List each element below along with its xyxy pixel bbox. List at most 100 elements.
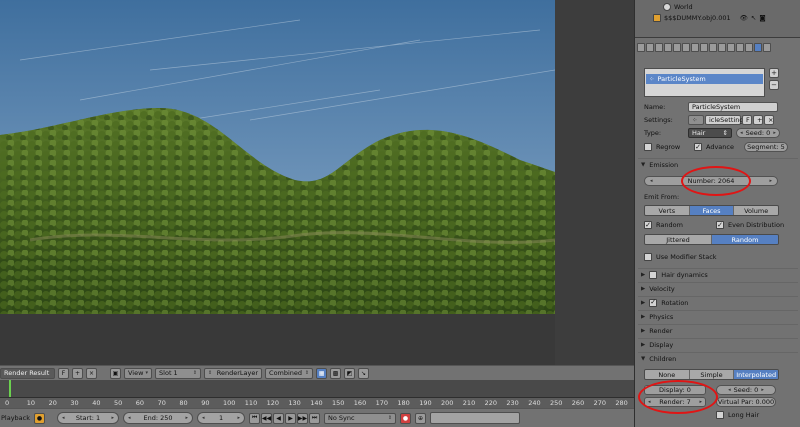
children-render-field[interactable]: ◂ Render: 7 ▸ — [644, 397, 706, 407]
display-z-icon[interactable]: ◩ — [344, 367, 356, 379]
settings-browse-icon[interactable]: ⁘ — [688, 115, 704, 125]
display-panel-header[interactable]: ▶ Display — [638, 338, 798, 350]
sample-tool-icon[interactable]: ↘ — [358, 367, 370, 379]
display-rgb-icon[interactable]: ▦ — [316, 367, 328, 379]
settings-field[interactable]: icleSettings — [705, 115, 747, 125]
outliner-item-world[interactable]: World — [663, 3, 693, 11]
current-frame-field[interactable]: ◂ 1 ▸ — [197, 412, 246, 424]
distribution-random[interactable]: Random — [712, 235, 778, 244]
sync-dropdown[interactable]: No Sync ⇕ — [324, 412, 397, 424]
distribution-jittered[interactable]: Jittered — [645, 235, 712, 244]
seed-field[interactable]: ◂ Seed: 0 ▸ — [736, 128, 780, 138]
display-alpha-icon[interactable]: ▩ — [330, 367, 342, 379]
particle-system-list[interactable]: ⁘ ParticleSystem — [644, 68, 765, 97]
emit-from-verts[interactable]: Verts — [645, 206, 690, 215]
type-dropdown[interactable]: Hair ⇕ — [688, 128, 732, 138]
tab-physics-alt[interactable] — [727, 42, 735, 52]
particle-system-list-item[interactable]: ⁘ ParticleSystem — [646, 74, 763, 84]
jump-start-icon[interactable]: ⏮ — [249, 412, 261, 424]
unlink-image-icon[interactable]: × — [86, 367, 97, 379]
timeline-tick-label: 230 — [506, 399, 519, 407]
velocity-panel-header[interactable]: ▶ Velocity — [638, 282, 798, 294]
slot-dropdown[interactable]: Slot 1 ⇕ — [155, 367, 202, 379]
tab-physics[interactable] — [763, 42, 771, 52]
view-menu[interactable]: View ▾ — [124, 367, 153, 379]
jump-next-key-icon[interactable]: ▶▶ — [297, 412, 309, 424]
playback-menu[interactable]: Playback — [0, 414, 30, 422]
rotation-panel-header[interactable]: ▶ ✓ Rotation — [638, 296, 798, 308]
select-arrow-icon[interactable]: ↖ — [751, 14, 756, 22]
render-layer-dropdown[interactable]: ⇕ RenderLayer — [204, 367, 263, 379]
image-name-field[interactable]: Render Result — [0, 367, 55, 379]
hair-dynamics-panel-header[interactable]: ▶ Hair dynamics — [638, 268, 798, 280]
remove-particle-system-button[interactable]: − — [769, 80, 779, 90]
fake-user-button[interactable]: F — [58, 367, 69, 379]
tab-modifiers[interactable] — [682, 42, 690, 52]
children-simple[interactable]: Simple — [689, 370, 735, 379]
timeline-tick-label: 0 — [5, 399, 10, 407]
children-seed-field[interactable]: ◂ Seed: 0 ▸ — [716, 385, 776, 395]
tab-scene[interactable] — [646, 42, 654, 52]
number-field[interactable]: ◂ Number: 2064 ▸ — [644, 176, 778, 186]
render-camera-icon[interactable]: ◙ — [759, 14, 765, 22]
children-panel-header[interactable]: ▼ Children — [638, 352, 798, 364]
jump-prev-key-icon[interactable]: ◀◀ — [261, 412, 273, 424]
segments-field[interactable]: Segment: 5 — [744, 142, 788, 152]
end-frame-field[interactable]: ◂ End: 250 ▸ — [123, 412, 194, 424]
visibility-eye-icon[interactable]: 👁 — [740, 14, 748, 22]
render-panel-header[interactable]: ▶ Render — [638, 324, 798, 336]
tab-material-alt[interactable] — [745, 42, 753, 52]
physics-panel-header[interactable]: ▶ Physics — [638, 310, 798, 322]
keying-set-icon[interactable]: ● — [34, 412, 46, 424]
image-editor[interactable] — [0, 0, 634, 365]
play-icon[interactable]: ▶ — [285, 412, 297, 424]
tab-particles-alt[interactable] — [718, 42, 726, 52]
start-frame-field[interactable]: ◂ Start: 1 ▸ — [57, 412, 120, 424]
timeline[interactable]: 0 10 20 30 40 50 60 70 80 90 100 110 120 130 140 150 160… — [0, 380, 634, 408]
tab-material[interactable] — [700, 42, 708, 52]
use-modifier-stack-checkbox[interactable] — [644, 253, 652, 261]
children-interpolated[interactable]: Interpolated — [734, 370, 778, 379]
settings-unlink-icon[interactable]: × — [764, 115, 774, 125]
timeline-tick-label: 60 — [135, 399, 145, 407]
jump-end-icon[interactable]: ⏭ — [309, 412, 321, 424]
record-icon[interactable]: ● — [400, 412, 412, 424]
random-checkbox[interactable]: ✓ — [644, 221, 652, 229]
keying-set-field[interactable] — [430, 412, 521, 424]
rotation-checkbox[interactable]: ✓ — [649, 298, 658, 307]
editor-type-icon[interactable]: ▣ — [110, 367, 121, 379]
tab-render[interactable] — [637, 42, 645, 52]
settings-fake-user-button[interactable]: F — [742, 115, 752, 125]
name-field[interactable]: ParticleSystem — [688, 102, 778, 112]
tab-object-data[interactable] — [736, 42, 744, 52]
timeline-ruler[interactable]: 0 10 20 30 40 50 60 70 80 90 100 110 120 130 140 150 160… — [0, 397, 634, 408]
add-particle-system-button[interactable]: + — [769, 68, 779, 78]
outliner-item-object[interactable]: $$$DUMMY.obj0.001 👁 ↖ ◙ — [653, 14, 766, 22]
emit-from-volume[interactable]: Volume — [734, 206, 778, 215]
tab-world[interactable] — [655, 42, 663, 52]
even-distribution-checkbox[interactable]: ✓ — [716, 221, 724, 229]
tab-constraints[interactable] — [673, 42, 681, 52]
emission-panel-header[interactable]: ▼ Emission — [638, 158, 798, 170]
new-image-icon[interactable]: + — [72, 367, 83, 379]
tab-particles[interactable] — [754, 42, 762, 52]
timeline-frame-cursor[interactable] — [9, 380, 11, 397]
keying-icon[interactable]: ⊕ — [415, 412, 427, 424]
random-even-row: ✓ Random ✓ Even Distribution — [644, 220, 785, 229]
children-none[interactable]: None — [645, 370, 690, 379]
tab-data[interactable] — [691, 42, 699, 52]
render-pass-dropdown[interactable]: Combined ⇕ — [265, 367, 314, 379]
regrow-checkbox[interactable] — [644, 143, 652, 151]
timeline-tick-label: 70 — [157, 399, 166, 407]
emit-from-faces[interactable]: Faces — [689, 206, 735, 215]
long-hair-checkbox[interactable] — [716, 411, 724, 419]
tab-texture[interactable] — [709, 42, 717, 52]
play-reverse-icon[interactable]: ◀ — [273, 412, 285, 424]
outliner[interactable]: World $$$DUMMY.obj0.001 👁 ↖ ◙ — [635, 0, 800, 38]
hair-dynamics-checkbox[interactable] — [649, 270, 658, 279]
tab-object[interactable] — [664, 42, 672, 52]
advance-checkbox[interactable]: ✓ — [694, 143, 702, 151]
children-display-field[interactable]: Display: 0 — [644, 385, 706, 395]
virtual-parents-field[interactable]: Virtual Par: 0.000 — [716, 397, 776, 407]
settings-new-icon[interactable]: + — [753, 115, 763, 125]
